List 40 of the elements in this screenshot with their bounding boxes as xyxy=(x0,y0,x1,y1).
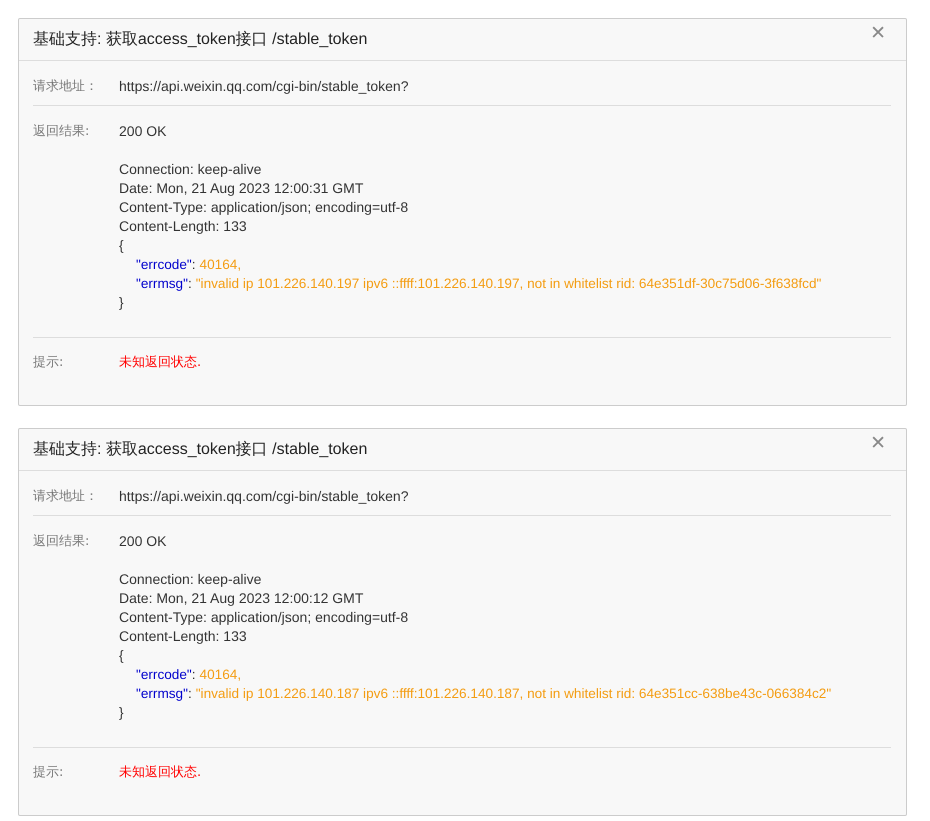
brace: } xyxy=(119,294,124,312)
json-key: "errcode" xyxy=(136,665,192,684)
header-line: Content-Type: application/json; encoding=utf-8 xyxy=(119,608,410,627)
tip-message: 未知返回状态. xyxy=(119,354,202,372)
status-text: 200 OK xyxy=(119,122,168,141)
close-button[interactable]: ✕ xyxy=(870,22,886,44)
field-label: 请求地址： xyxy=(33,488,99,506)
panel-title: 基础支持: 获取access_token接口 /stable_token xyxy=(33,30,368,50)
field-label: 提示: xyxy=(33,764,64,782)
json-value: 40164, xyxy=(200,666,242,684)
header-line: Connection: keep-alive xyxy=(119,570,262,589)
json-colon: : xyxy=(188,275,192,293)
header-line: Content-Type: application/json; encoding=utf-8 xyxy=(119,198,410,217)
json-colon: : xyxy=(188,685,192,703)
header-line: Content-Length: 133 xyxy=(119,627,248,646)
brace: { xyxy=(119,647,124,665)
header-line: Date: Mon, 21 Aug 2023 12:00:31 GMT xyxy=(119,179,364,198)
close-button[interactable]: ✕ xyxy=(870,432,886,454)
field-label: 返回结果: xyxy=(33,533,90,551)
json-value: "invalid ip 101.226.140.197 ipv6 ::ffff:101.226.140.197, not in whitelist rid: 64e351df-30c75d06-3f638fcd" xyxy=(196,275,822,293)
json-key: "errmsg" xyxy=(136,684,188,703)
field-label: 返回结果: xyxy=(33,123,90,141)
request-url: https://api.weixin.qq.com/cgi-bin/stable_token? xyxy=(119,77,410,96)
brace: } xyxy=(119,704,124,722)
field-label: 请求地址： xyxy=(33,78,99,96)
request-url: https://api.weixin.qq.com/cgi-bin/stable_token? xyxy=(119,487,410,506)
json-value: 40164, xyxy=(200,256,242,274)
json-value: "invalid ip 101.226.140.187 ipv6 ::ffff:101.226.140.187, not in whitelist rid: 64e351cc-638be43c-066384c2" xyxy=(196,685,832,703)
header-line: Date: Mon, 21 Aug 2023 12:00:12 GMT xyxy=(119,589,364,608)
json-colon: : xyxy=(192,256,196,274)
json-key: "errcode" xyxy=(136,255,192,274)
panel-title: 基础支持: 获取access_token接口 /stable_token xyxy=(33,440,368,460)
json-key: "errmsg" xyxy=(136,274,188,293)
brace: { xyxy=(119,237,124,255)
field-label: 提示: xyxy=(33,354,64,372)
header-line: Connection: keep-alive xyxy=(119,160,262,179)
json-colon: : xyxy=(192,666,196,684)
header-line: Content-Length: 133 xyxy=(119,217,248,236)
tip-message: 未知返回状态. xyxy=(119,764,202,782)
status-text: 200 OK xyxy=(119,532,168,551)
